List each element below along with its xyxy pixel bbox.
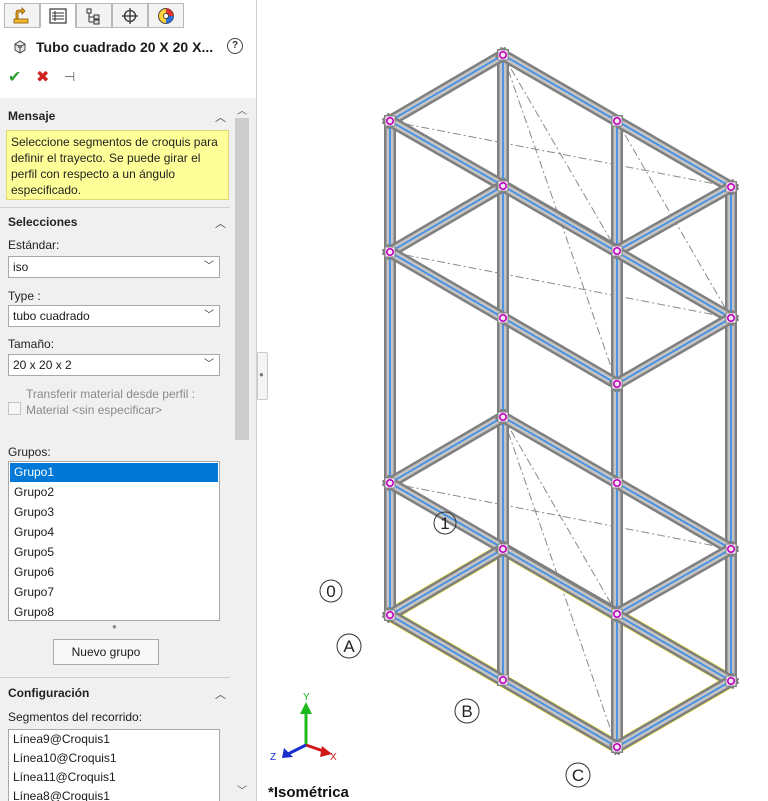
path-segment[interactable] xyxy=(616,186,732,252)
featuremanager-icon xyxy=(13,6,29,23)
selecciones-section-title[interactable]: Selecciones xyxy=(8,215,77,229)
manager-tabs xyxy=(0,0,256,30)
list-item[interactable]: Línea11@Croquis1 xyxy=(9,768,219,787)
tamano-dropdown[interactable]: 20 x 20 x 2 ﹀ xyxy=(8,354,220,376)
callout-1: 1 xyxy=(440,514,449,533)
configurationmanager-icon xyxy=(86,8,100,24)
list-item[interactable]: Grupo7 xyxy=(10,583,218,602)
mensaje-collapse-icon[interactable]: ︿ xyxy=(215,109,226,125)
list-item[interactable]: Grupo2 xyxy=(10,483,218,502)
view-name-label: *Isométrica xyxy=(268,784,349,801)
graphics-viewport[interactable]: 1 0 A B C Y X Z xyxy=(266,0,768,801)
tamano-label: Tamaño: xyxy=(8,337,55,351)
axis-y-label: Y xyxy=(303,692,310,703)
ok-button[interactable]: ✔ xyxy=(8,67,36,87)
configurationmanager-tab[interactable] xyxy=(76,3,112,28)
axis-z-label: Z xyxy=(270,752,276,763)
segmentos-label: Segmentos del recorrido: xyxy=(8,710,143,724)
estandar-dropdown[interactable]: iso ﹀ xyxy=(8,256,220,278)
appearance-icon xyxy=(158,7,174,24)
featuremanager-tab[interactable] xyxy=(4,3,40,28)
list-item[interactable]: Grupo3 xyxy=(10,503,218,522)
callout-b: B xyxy=(461,702,472,721)
structural-member-icon xyxy=(14,40,26,54)
path-segments-list[interactable]: Línea9@Croquis1 Línea10@Croquis1 Línea11… xyxy=(8,729,220,801)
chevron-down-icon: ﹀ xyxy=(204,261,214,272)
configuracion-collapse-icon[interactable]: ︿ xyxy=(215,686,226,702)
crosshair-icon xyxy=(122,7,138,24)
callout-c: C xyxy=(572,766,584,785)
path-segment[interactable] xyxy=(389,54,504,122)
feature-title: Tubo cuadrado 20 X 20 X... xyxy=(36,39,214,55)
path-segment[interactable] xyxy=(389,548,504,616)
selecciones-collapse-icon[interactable]: ︿ xyxy=(215,215,226,231)
help-icon[interactable]: ? xyxy=(227,38,243,54)
estandar-label: Estándar: xyxy=(8,238,60,252)
transfer-material-label: Transferir material desde perfil : Mater… xyxy=(26,387,195,417)
display-manager-tab[interactable] xyxy=(148,3,184,28)
mensaje-section-title[interactable]: Mensaje xyxy=(8,109,55,123)
type-dropdown[interactable]: tubo cuadrado ﹀ xyxy=(8,305,220,327)
list-item[interactable]: Grupo4 xyxy=(10,523,218,542)
propertymanager-icon xyxy=(49,7,67,24)
path-segment[interactable] xyxy=(616,317,732,385)
property-manager-panel: Tubo cuadrado 20 X 20 X... ? ✔ ✖ ⊣ Mensa… xyxy=(0,0,257,801)
groups-list[interactable]: Grupo1 Grupo2 Grupo3 Grupo4 Grupo5 Grupo… xyxy=(8,461,220,621)
feature-title-row: Tubo cuadrado 20 X 20 X... xyxy=(12,37,248,57)
type-value: tubo cuadrado xyxy=(13,309,90,323)
scroll-up-icon[interactable]: ︿ xyxy=(237,102,247,117)
transfer-material-checkbox[interactable] xyxy=(8,402,21,415)
divider xyxy=(0,207,230,208)
grip-icon: ● xyxy=(259,370,264,379)
chevron-down-icon: ﹀ xyxy=(204,359,214,370)
list-item[interactable]: Grupo6 xyxy=(10,563,218,582)
scroll-down-icon[interactable]: ﹀ xyxy=(237,782,247,797)
dimxpert-tab[interactable] xyxy=(112,3,148,28)
resize-handle[interactable]: ● xyxy=(112,622,117,631)
action-buttons: ✔ ✖ ⊣ xyxy=(8,66,92,88)
grupos-label: Grupos: xyxy=(8,445,51,459)
estandar-value: iso xyxy=(13,260,29,274)
scrollbar-thumb[interactable] xyxy=(235,118,249,440)
list-item[interactable]: Grupo5 xyxy=(10,543,218,562)
tamano-value: 20 x 20 x 2 xyxy=(13,358,72,372)
list-item[interactable]: Grupo8 xyxy=(10,603,218,620)
structural-members xyxy=(381,46,740,756)
list-item[interactable]: Línea9@Croquis1 xyxy=(9,730,219,749)
chevron-down-icon: ﹀ xyxy=(204,310,214,321)
configuracion-section-title[interactable]: Configuración xyxy=(8,686,89,700)
callout-0: 0 xyxy=(326,582,335,601)
type-label: Type : xyxy=(8,289,41,303)
path-segment[interactable] xyxy=(616,548,732,615)
cancel-button[interactable]: ✖ xyxy=(36,67,64,87)
axis-x-label: X xyxy=(330,752,337,763)
list-item[interactable]: Grupo1 xyxy=(10,463,218,482)
axis-triad: Y X Z xyxy=(270,692,337,763)
message-box: Seleccione segmentos de croquis para def… xyxy=(6,130,229,200)
list-item[interactable]: Línea10@Croquis1 xyxy=(9,749,219,768)
path-segment[interactable] xyxy=(616,680,732,748)
pin-button[interactable]: ⊣ xyxy=(64,69,92,85)
path-segment[interactable] xyxy=(389,185,504,253)
divider xyxy=(0,677,230,678)
panel-scrollbar[interactable]: ︿ ﹀ xyxy=(232,98,252,801)
callout-a: A xyxy=(343,637,355,656)
list-item[interactable]: Línea8@Croquis1 xyxy=(9,787,219,801)
propertymanager-tab[interactable] xyxy=(40,3,76,28)
new-group-button[interactable]: Nuevo grupo xyxy=(53,639,159,665)
path-segment[interactable] xyxy=(389,416,504,484)
